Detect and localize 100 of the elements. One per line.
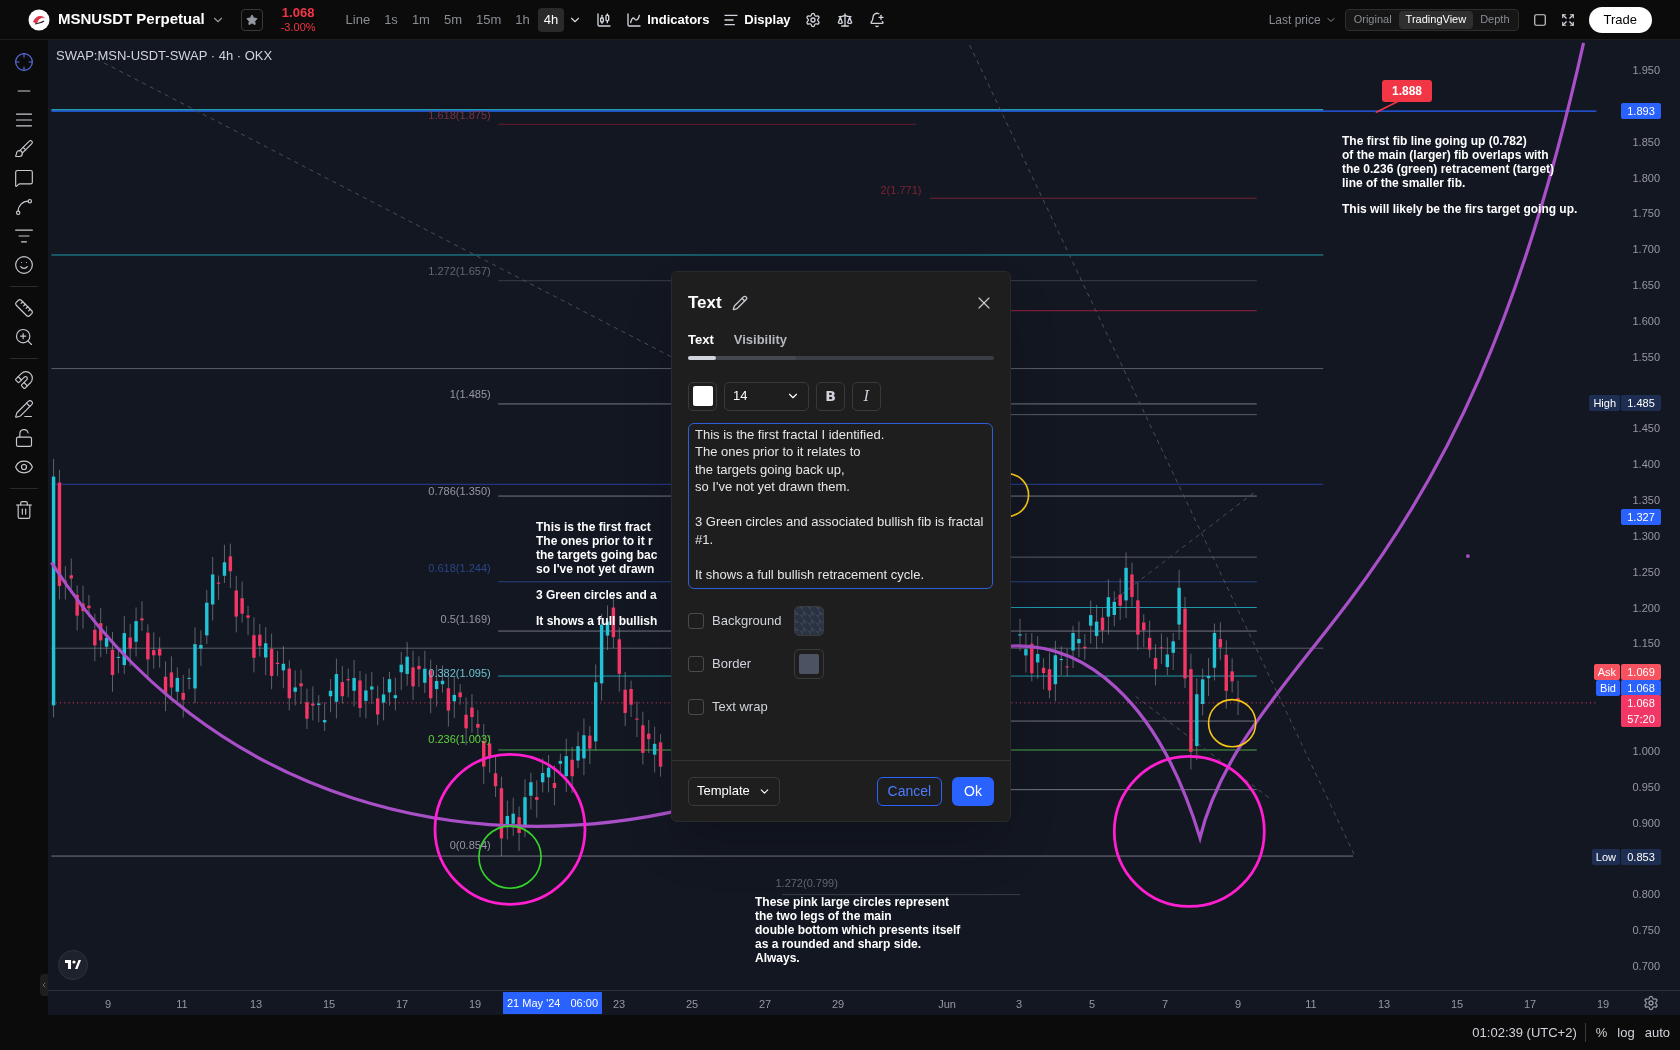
time-axis-label: 9 (104, 997, 112, 1012)
time-axis-label: 15 (322, 997, 336, 1012)
time-axis-label: 11 (1305, 997, 1317, 1012)
symbol-title[interactable]: MSNUSDT Perpetual (58, 8, 205, 31)
fib-level-label: 0.618(1.244) (428, 561, 491, 574)
fib-level-label: 0.786(1.350) (428, 484, 491, 497)
annotation-text: 3 Green circles and a (536, 588, 658, 602)
time-axis-label: 17 (395, 997, 409, 1012)
price-axis-label: 1.250 (1632, 564, 1660, 580)
interval-tab[interactable]: 5m (437, 7, 468, 32)
price-value: 1.069 (1627, 665, 1655, 680)
clock-text: 01:02:39 (UTC+2) (1472, 1022, 1586, 1043)
display-button[interactable]: Display (744, 9, 791, 30)
dialog-title: Text (688, 292, 722, 315)
bold-button[interactable]: B (816, 381, 845, 411)
interval-tab[interactable]: Line (339, 7, 377, 32)
price-axis-label: 0.800 (1632, 887, 1660, 903)
price-value: 1.893 (1627, 104, 1655, 119)
price-axis-label: 1.650 (1632, 277, 1660, 293)
interval-tab[interactable]: 1h (509, 7, 536, 32)
price-axis-label: 1.700 (1632, 241, 1660, 257)
interval-tab[interactable]: 1m (405, 7, 436, 32)
price-axis-label: 0.750 (1632, 922, 1660, 938)
price-value: 1.068 (1627, 696, 1655, 711)
price-badge-label: High (1589, 395, 1620, 411)
option-label: Background (712, 611, 783, 630)
time-axis-label: Jun (938, 997, 956, 1012)
scale-option[interactable]: auto (1644, 1022, 1670, 1043)
scale-option[interactable]: log (1617, 1022, 1635, 1043)
annotation-text: This is the first fract The ones prior to it r the targets going bac so I've not yet drawn (536, 520, 658, 576)
interval-tab[interactable]: 15m (470, 7, 508, 32)
price-value: 1.485 (1627, 396, 1655, 411)
time-axis-label: 13 (249, 997, 263, 1012)
time-axis-label: 27 (758, 997, 772, 1012)
price-axis-label: 1.350 (1632, 492, 1660, 508)
price-axis-label: 1.200 (1632, 600, 1660, 616)
view-tab[interactable]: Depth (1473, 10, 1517, 29)
time-axis-label: 5 (1088, 997, 1096, 1012)
price-axis-label: 0.950 (1632, 779, 1660, 795)
fib-level-label: 1(1.485) (449, 388, 491, 401)
price-axis-label: 1.300 (1632, 528, 1660, 544)
time-text: 06:00 (570, 995, 598, 1011)
view-tab[interactable]: TradingView (1398, 10, 1474, 29)
interval-tab[interactable]: 1s (378, 7, 404, 32)
price-axis-label: 1.550 (1632, 349, 1660, 365)
price-value: 1.068 (1627, 681, 1655, 696)
cancel-button[interactable]: Cancel (876, 776, 943, 806)
price-axis-label: 1.150 (1632, 636, 1660, 652)
view-tab[interactable]: Original (1346, 10, 1399, 29)
dialog-tab[interactable]: Text (688, 330, 714, 350)
fib-level-label: 1.272(1.657) (428, 265, 491, 278)
text-input-field[interactable]: This is the first fractal I identified. The ones prior to it relates to the targets going back up, so I've not yet drawn them. 3 Green circles and associated bullish fib is fractal #1. It shows a full bullish retracement cycle. (688, 422, 993, 589)
chart-title: SWAP:MSN-USDT-SWAP · 4h · OKX (56, 47, 273, 65)
template-label: Template (697, 782, 750, 801)
time-axis-label: 29 (831, 997, 845, 1012)
price-axis-label: 1.600 (1632, 313, 1660, 329)
price-source-dropdown[interactable]: Last price (1268, 10, 1321, 29)
italic-button[interactable]: I (852, 381, 881, 411)
time-axis-label: 25 (685, 997, 699, 1012)
trade-button[interactable]: Trade (1588, 6, 1652, 33)
time-axis-label: 9 (1234, 997, 1242, 1012)
fib-level-label: 0.236(1.003) (428, 733, 491, 746)
time-axis-label: 13 (1377, 997, 1391, 1012)
scale-option[interactable]: % (1595, 1022, 1608, 1043)
font-size-value: 14 (733, 387, 748, 406)
price-axis-label: 0.900 (1632, 815, 1660, 831)
time-axis-label: 19 (1596, 997, 1610, 1012)
ok-button[interactable]: Ok (952, 776, 994, 806)
price-axis-label: 1.000 (1632, 743, 1660, 759)
price-axis-label: 1.750 (1632, 206, 1660, 222)
font-size-select[interactable]: 14 (724, 381, 809, 411)
time-axis-label: 11 (176, 997, 188, 1012)
price-axis-label: 1.950 (1632, 62, 1660, 78)
date-text: 21 May '24 (507, 995, 561, 1011)
template-select[interactable]: Template (688, 776, 780, 806)
annotation-text: These pink large circles represent the two legs of the main double bottom which presents itself as a rounded and sharp side. Always. (755, 895, 961, 965)
price-axis-label: 1.800 (1632, 170, 1660, 186)
price-badge-label: Low (1591, 849, 1620, 865)
price-axis-label: 1.850 (1632, 134, 1660, 150)
fib-level-label: 2(1.771) (880, 183, 922, 196)
price-change: -3.00% (280, 19, 316, 35)
countdown-text: 57:20 (1627, 712, 1655, 727)
price-axis-label: 1.450 (1632, 421, 1660, 437)
time-axis-label: 19 (468, 997, 482, 1012)
time-axis-label: 3 (1015, 997, 1023, 1012)
time-axis-label: 7 (1161, 997, 1169, 1012)
price-axis-label: 0.700 (1632, 958, 1660, 974)
price-value: 1.327 (1627, 510, 1655, 525)
option-label: Border (712, 654, 753, 673)
price-badge-label: Ask (1593, 664, 1620, 680)
dialog-tab[interactable]: Visibility (733, 330, 787, 350)
price-axis-label: 1.400 (1632, 457, 1660, 472)
time-axis-label: 15 (1450, 997, 1464, 1012)
option-label: Text wrap (712, 697, 769, 716)
indicators-button[interactable]: Indicators (647, 9, 710, 30)
last-price: 1.068 (281, 4, 315, 20)
fib-level-label: 1.618(1.875) (428, 108, 491, 121)
interval-tab[interactable]: 4h (537, 7, 565, 32)
price-badge-label: Bid (1596, 680, 1620, 696)
time-axis-label: 23 (612, 997, 626, 1012)
